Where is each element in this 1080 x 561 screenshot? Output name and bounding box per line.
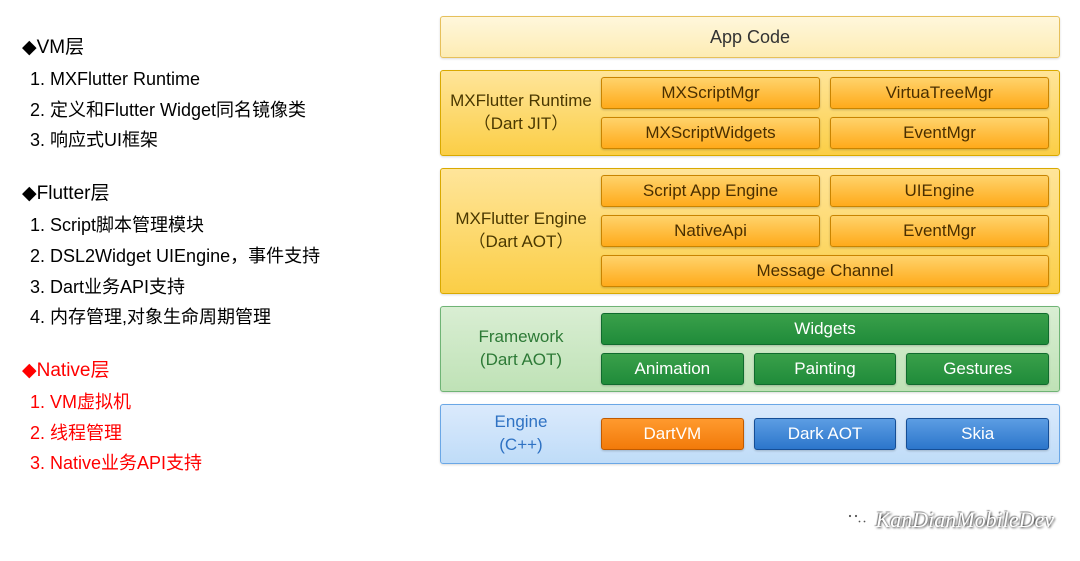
list-item: DSL2Widget UIEngine，事件支持 xyxy=(50,241,422,272)
list-item: 内存管理,对象生命周期管理 xyxy=(50,302,422,333)
list-item: Dart业务API支持 xyxy=(50,272,422,303)
engine-label: MXFlutter Engine （Dart AOT） xyxy=(441,202,601,260)
nativeapi-box: NativeApi xyxy=(601,215,820,247)
runtime-label: MXFlutter Runtime （Dart JIT） xyxy=(441,84,601,142)
left-notes: VM层 MXFlutter Runtime 定义和Flutter Widget同… xyxy=(22,32,422,501)
darkaot-box: Dark AOT xyxy=(754,418,897,450)
appcode-label: App Code xyxy=(710,27,790,48)
list-item: VM虚拟机 xyxy=(50,387,422,418)
native-title: Native层 xyxy=(22,355,422,387)
list-item: 线程管理 xyxy=(50,418,422,449)
eventmgr-box: EventMgr xyxy=(830,117,1049,149)
cpp-label: Engine (C++) xyxy=(441,405,601,463)
mxflutter-engine-layer: MXFlutter Engine （Dart AOT） Script App E… xyxy=(440,168,1060,294)
appcode-layer: App Code xyxy=(440,16,1060,58)
list-item: MXFlutter Runtime xyxy=(50,64,422,95)
messagechannel-box: Message Channel xyxy=(601,255,1049,287)
flutter-title: Flutter层 xyxy=(22,178,422,210)
gestures-box: Gestures xyxy=(906,353,1049,385)
scriptappengine-box: Script App Engine xyxy=(601,175,820,207)
native-section: Native层 VM虚拟机 线程管理 Native业务API支持 xyxy=(22,355,422,479)
architecture-diagram: App Code MXFlutter Runtime （Dart JIT） MX… xyxy=(440,16,1060,476)
uiengine-box: UIEngine xyxy=(830,175,1049,207)
watermark: KanDianMobileDev xyxy=(844,507,1054,533)
animation-box: Animation xyxy=(601,353,744,385)
list-item: Native业务API支持 xyxy=(50,448,422,479)
framework-layer: Framework (Dart AOT) Widgets Animation P… xyxy=(440,306,1060,392)
list-item: 定义和Flutter Widget同名镜像类 xyxy=(50,95,422,126)
framework-label: Framework (Dart AOT) xyxy=(441,320,601,378)
list-item: 响应式UI框架 xyxy=(50,125,422,156)
flutter-section: Flutter层 Script脚本管理模块 DSL2Widget UIEngin… xyxy=(22,178,422,333)
list-item: Script脚本管理模块 xyxy=(50,210,422,241)
wechat-icon xyxy=(844,509,870,531)
painting-box: Painting xyxy=(754,353,897,385)
mxscriptmgr-box: MXScriptMgr xyxy=(601,77,820,109)
virtuatreemgr-box: VirtuaTreeMgr xyxy=(830,77,1049,109)
engine-cpp-layer: Engine (C++) DartVM Dark AOT Skia xyxy=(440,404,1060,464)
mxscriptwidgets-box: MXScriptWidgets xyxy=(601,117,820,149)
eventmgr2-box: EventMgr xyxy=(830,215,1049,247)
widgets-box: Widgets xyxy=(601,313,1049,345)
vm-title: VM层 xyxy=(22,32,422,64)
vm-section: VM层 MXFlutter Runtime 定义和Flutter Widget同… xyxy=(22,32,422,156)
skia-box: Skia xyxy=(906,418,1049,450)
dartvm-box: DartVM xyxy=(601,418,744,450)
mxflutter-runtime-layer: MXFlutter Runtime （Dart JIT） MXScriptMgr… xyxy=(440,70,1060,156)
